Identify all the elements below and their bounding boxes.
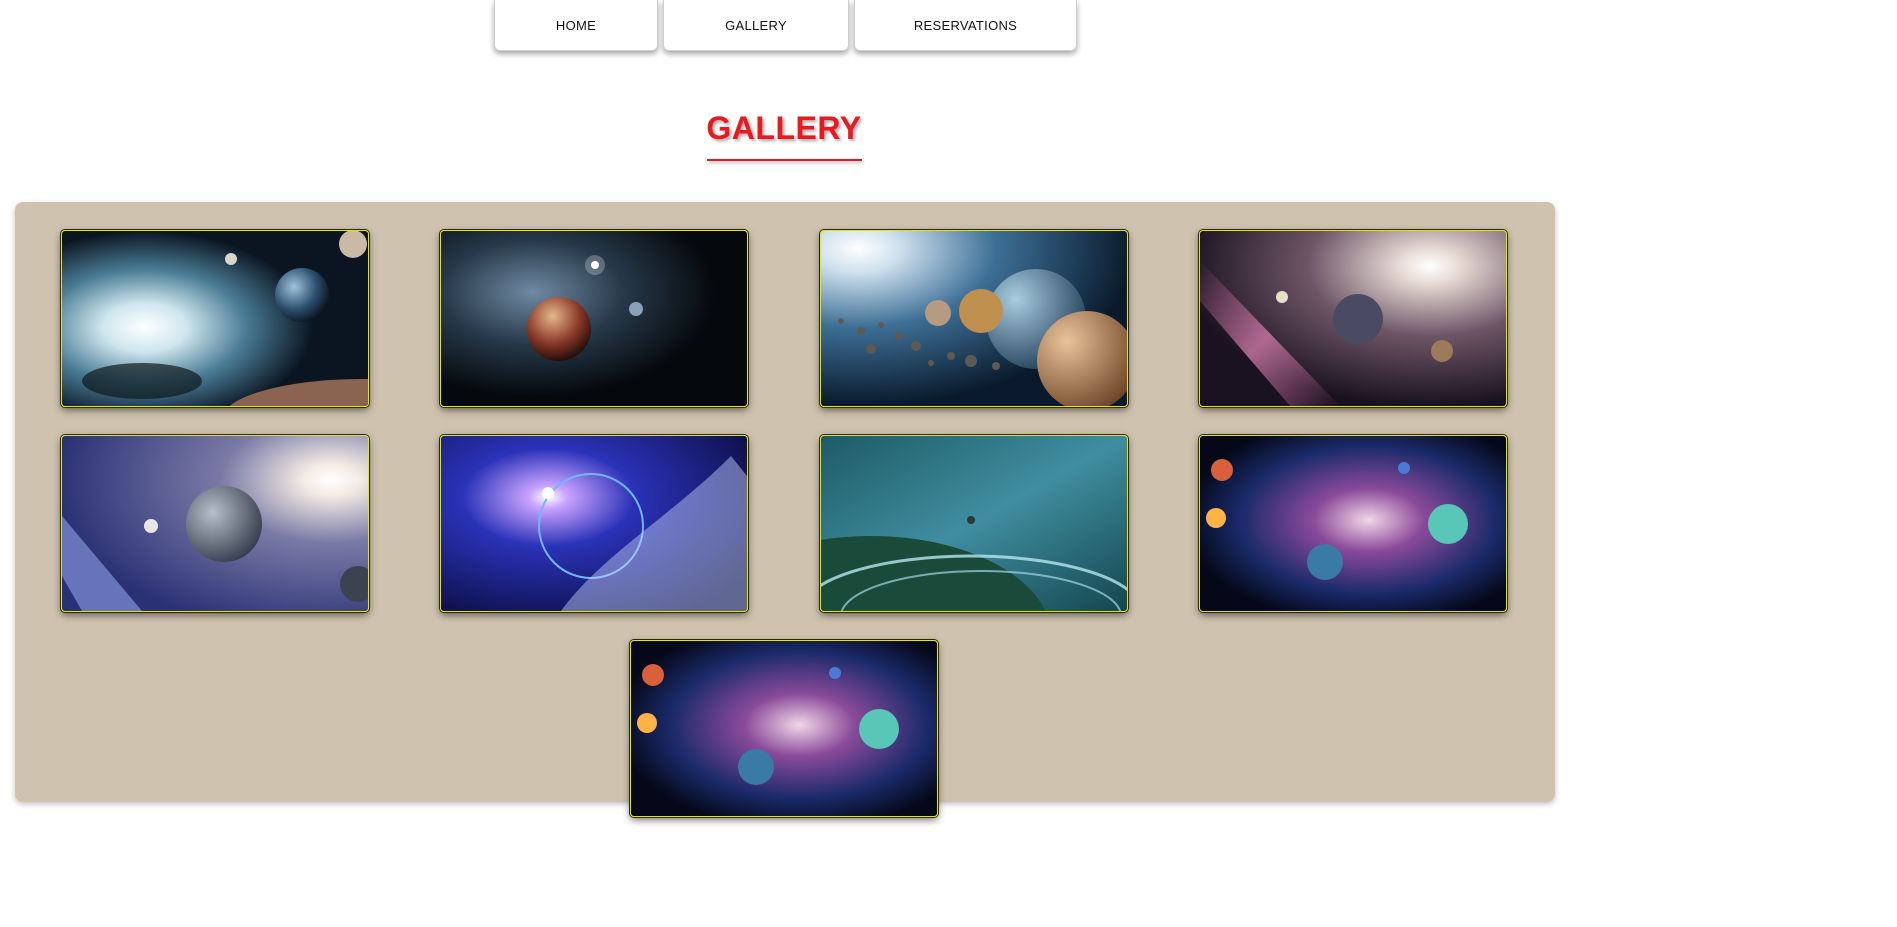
gallery-image-8[interactable]	[1199, 435, 1507, 612]
gallery-image-9[interactable]	[630, 640, 938, 817]
nav-reservations-button[interactable]: RESERVATIONS	[854, 0, 1077, 51]
nav-home-button[interactable]: HOME	[494, 0, 658, 51]
page-title: GALLERY	[706, 110, 862, 146]
gallery-image-2[interactable]	[440, 230, 748, 407]
main-nav: HOME GALLERY RESERVATIONS	[494, 0, 1077, 51]
title-underline	[707, 159, 862, 161]
nav-gallery-button[interactable]: GALLERY	[663, 0, 849, 51]
gallery-panel	[15, 202, 1555, 817]
gallery-image-4[interactable]	[1199, 230, 1507, 407]
gallery-image-3[interactable]	[820, 230, 1128, 407]
gallery-image-7[interactable]	[820, 435, 1128, 612]
gallery-image-6[interactable]	[440, 435, 748, 612]
gallery-image-5[interactable]	[61, 435, 369, 612]
gallery-image-1[interactable]	[61, 230, 369, 407]
